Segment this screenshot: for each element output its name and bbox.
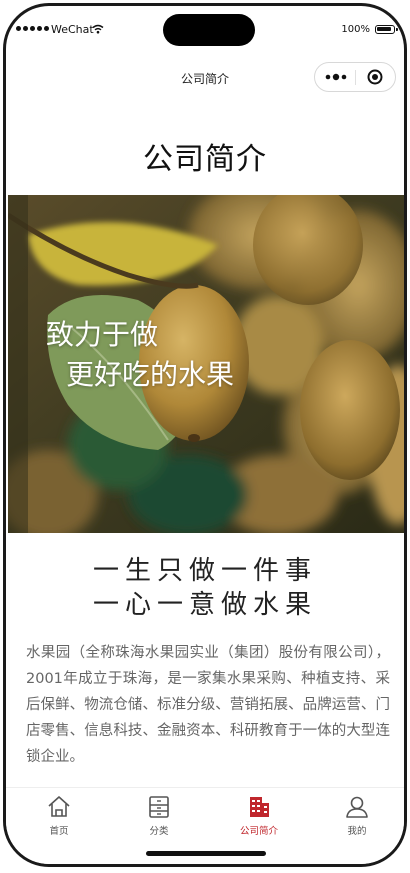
tab-mine[interactable]: 我的 xyxy=(307,794,404,840)
tab-bar: 首页 分类 公司简介 我的 xyxy=(6,787,404,864)
mini-program-capsule xyxy=(314,62,396,92)
nav-bar: 公司简介 xyxy=(6,58,404,98)
tab-category-label: 分类 xyxy=(149,826,169,837)
battery-percentage: 100% xyxy=(341,24,370,35)
hero-slogan-line1: 致力于做 xyxy=(46,318,159,351)
signal-icon xyxy=(16,26,49,31)
wifi-icon xyxy=(92,24,104,34)
page-title: 公司简介 xyxy=(143,142,267,177)
tab-company-profile[interactable]: 公司简介 xyxy=(209,794,309,840)
screen: WeChat 100% 公司简介 公司简介 致力于做 更好吃的水果 一生只做一件… xyxy=(6,6,404,864)
status-bar: WeChat 100% xyxy=(6,6,404,58)
home-indicator xyxy=(146,851,266,856)
tab-category[interactable]: 分类 xyxy=(109,794,209,840)
motto-line1: 一生只做一件事 xyxy=(92,556,317,586)
tab-company-profile-label: 公司简介 xyxy=(239,826,278,837)
hero-banner: 致力于做 更好吃的水果 xyxy=(8,195,404,533)
user-icon xyxy=(346,796,368,818)
motto: 一生只做一件事 一心一意做水果 xyxy=(6,554,404,622)
home-icon xyxy=(48,796,70,817)
phone-frame: WeChat 100% 公司简介 公司简介 致力于做 更好吃的水果 一生只做一件… xyxy=(3,3,407,867)
tab-mine-label: 我的 xyxy=(347,826,367,837)
carrier-name: WeChat xyxy=(51,23,94,36)
notch xyxy=(163,14,255,46)
more-dots-icon[interactable] xyxy=(325,72,347,82)
mini-program-close-icon[interactable] xyxy=(367,69,383,85)
battery-icon xyxy=(375,25,398,34)
motto-line2: 一心一意做水果 xyxy=(92,590,317,620)
company-building-icon xyxy=(250,797,269,817)
capsule-divider xyxy=(355,70,356,85)
hero-slogan: 致力于做 更好吃的水果 xyxy=(46,315,234,395)
category-icon xyxy=(149,796,169,818)
tab-home[interactable]: 首页 xyxy=(9,794,109,840)
hero-slogan-line2: 更好吃的水果 xyxy=(66,358,235,391)
tab-home-label: 首页 xyxy=(49,826,69,837)
company-intro: 水果园（全称珠海水果园实业（集团）股份有限公司），2001年成立于珠海，是一家集… xyxy=(26,645,390,765)
